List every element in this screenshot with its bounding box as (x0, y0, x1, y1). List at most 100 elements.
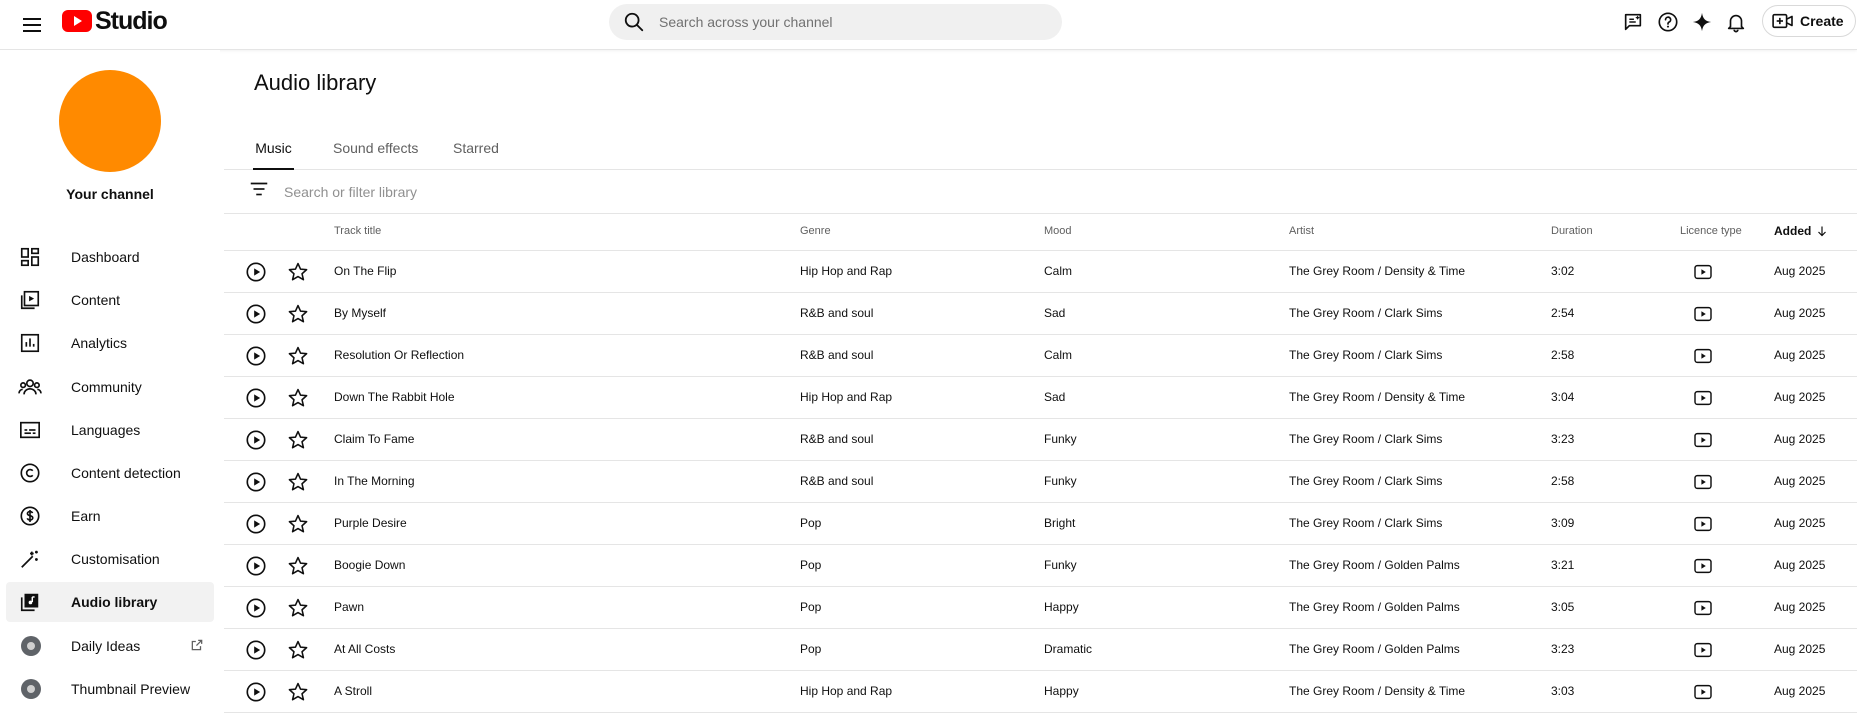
track-duration: 2:58 (1551, 474, 1575, 488)
table-row[interactable]: A Stroll Hip Hop and Rap Happy The Grey Roo… (224, 671, 1857, 713)
sparkle-icon[interactable] (1688, 8, 1716, 36)
channel-avatar[interactable] (59, 70, 161, 172)
star-icon[interactable] (286, 470, 310, 494)
play-icon[interactable] (244, 302, 268, 326)
track-artist: The Grey Room / Clark Sims (1289, 432, 1443, 446)
table-row[interactable]: On The Flip Hip Hop and Rap Calm The Grey R… (224, 251, 1857, 293)
youtube-licence-icon (1693, 472, 1713, 492)
search-icon (624, 12, 644, 32)
track-artist: The Grey Room / Clark Sims (1289, 516, 1443, 530)
youtube-licence-icon (1693, 262, 1713, 282)
column-genre[interactable]: Genre (800, 225, 831, 237)
play-icon[interactable] (244, 512, 268, 536)
play-icon[interactable] (244, 344, 268, 368)
track-duration: 2:58 (1551, 348, 1575, 362)
star-icon[interactable] (286, 386, 310, 410)
star-icon[interactable] (286, 260, 310, 284)
table-row[interactable]: Resolution Or Reflection R&B and soul Calm… (224, 335, 1857, 377)
sidebar-item-earn[interactable]: Earn (6, 496, 214, 536)
play-icon[interactable] (244, 260, 268, 284)
track-mood: Happy (1044, 600, 1079, 614)
track-added: Aug 2025 (1774, 642, 1826, 656)
column-mood[interactable]: Mood (1044, 225, 1072, 237)
track-genre: Hip Hop and Rap (800, 390, 893, 404)
notifications-icon[interactable] (1722, 8, 1750, 36)
track-artist: The Grey Room / Clark Sims (1289, 474, 1443, 488)
channel-search[interactable] (609, 4, 1062, 40)
tab-music[interactable]: Music (253, 128, 294, 170)
table-row[interactable]: Boogie Down Pop Funky The Grey Room / Golde… (224, 545, 1857, 587)
column-added[interactable]: Added (1774, 224, 1828, 238)
track-genre: R&B and soul (800, 474, 874, 488)
play-icon[interactable] (244, 470, 268, 494)
track-duration: 3:23 (1551, 432, 1575, 446)
sidebar-item-customisation[interactable]: Customisation (6, 539, 214, 579)
track-mood: Calm (1044, 264, 1073, 278)
sidebar-item-daily-ideas[interactable]: Daily Ideas (6, 626, 214, 666)
star-icon[interactable] (286, 512, 310, 536)
track-duration: 3:04 (1551, 390, 1575, 404)
sidebar-item-content[interactable]: Content (6, 280, 214, 320)
sidebar-item-languages[interactable]: Languages (6, 410, 214, 450)
track-added: Aug 2025 (1774, 558, 1826, 572)
video-add-icon (1772, 13, 1793, 29)
column-licence-type[interactable]: Licence type (1680, 225, 1742, 237)
track-title: Down The Rabbit Hole (334, 390, 455, 404)
play-icon[interactable] (244, 428, 268, 452)
sidebar-item-audio-library[interactable]: Audio library (6, 582, 214, 622)
sidebar-item-content-detection[interactable]: Content detection (6, 453, 214, 493)
column-duration[interactable]: Duration (1551, 225, 1593, 237)
star-icon[interactable] (286, 344, 310, 368)
magic-wand-icon (18, 547, 42, 571)
sidebar-item-dashboard[interactable]: Dashboard (6, 237, 214, 277)
star-icon[interactable] (286, 638, 310, 662)
column-artist[interactable]: Artist (1289, 225, 1314, 237)
table-row[interactable]: By Myself R&B and soul Sad The Grey Room / … (224, 293, 1857, 335)
create-button[interactable]: Create (1762, 5, 1856, 37)
search-input[interactable] (659, 14, 1039, 30)
star-icon[interactable] (286, 302, 310, 326)
track-title: At All Costs (334, 642, 396, 656)
star-icon[interactable] (286, 596, 310, 620)
track-mood: Happy (1044, 684, 1079, 698)
table-row[interactable]: Pawn Pop Happy The Grey Room / Golden Palms… (224, 587, 1857, 629)
table-row[interactable]: Claim To Fame R&B and soul Funky The Grey R… (224, 419, 1857, 461)
studio-logo[interactable]: Studio (62, 7, 168, 35)
table-row[interactable]: In The Morning R&B and soul Funky The Grey … (224, 461, 1857, 503)
play-icon[interactable] (244, 638, 268, 662)
tab-sound-effects[interactable]: Sound effects (333, 128, 418, 170)
star-icon[interactable] (286, 680, 310, 704)
feedback-icon[interactable] (1619, 8, 1647, 36)
star-icon[interactable] (286, 428, 310, 452)
page-title: Audio library (254, 70, 377, 95)
table-row[interactable]: Purple Desire Pop Bright The Grey Room / Cl… (224, 503, 1857, 545)
column-track-title[interactable]: Track title (334, 225, 381, 237)
youtube-licence-icon (1693, 598, 1713, 618)
star-icon[interactable] (286, 554, 310, 578)
menu-icon[interactable] (18, 11, 46, 39)
filter-input[interactable] (284, 183, 884, 200)
track-title: A Stroll (334, 684, 373, 698)
analytics-icon (18, 331, 42, 355)
play-icon[interactable] (244, 386, 268, 410)
track-mood: Funky (1044, 474, 1077, 488)
youtube-licence-icon (1693, 430, 1713, 450)
tab-starred[interactable]: Starred (453, 128, 499, 170)
help-icon[interactable] (1654, 8, 1682, 36)
sidebar-item-thumbnail-preview[interactable]: Thumbnail Preview (6, 669, 214, 709)
table-row[interactable]: At All Costs Pop Dramatic The Grey Room / G… (224, 629, 1857, 671)
dollar-icon (18, 504, 42, 528)
track-duration: 3:02 (1551, 264, 1575, 278)
play-icon[interactable] (244, 596, 268, 620)
filter-icon[interactable] (248, 178, 270, 205)
sidebar-item-analytics[interactable]: Analytics (6, 323, 214, 363)
track-genre: Hip Hop and Rap (800, 264, 893, 278)
subtitles-icon (18, 418, 42, 442)
track-artist: The Grey Room / Golden Palms (1289, 642, 1460, 656)
table-row[interactable]: Down The Rabbit Hole Hip Hop and Rap Sad Th… (224, 377, 1857, 419)
track-title: Purple Desire (334, 516, 407, 530)
play-icon[interactable] (244, 554, 268, 578)
sidebar-item-community[interactable]: Community (6, 367, 214, 407)
youtube-logo-icon (62, 10, 92, 32)
play-icon[interactable] (244, 680, 268, 704)
